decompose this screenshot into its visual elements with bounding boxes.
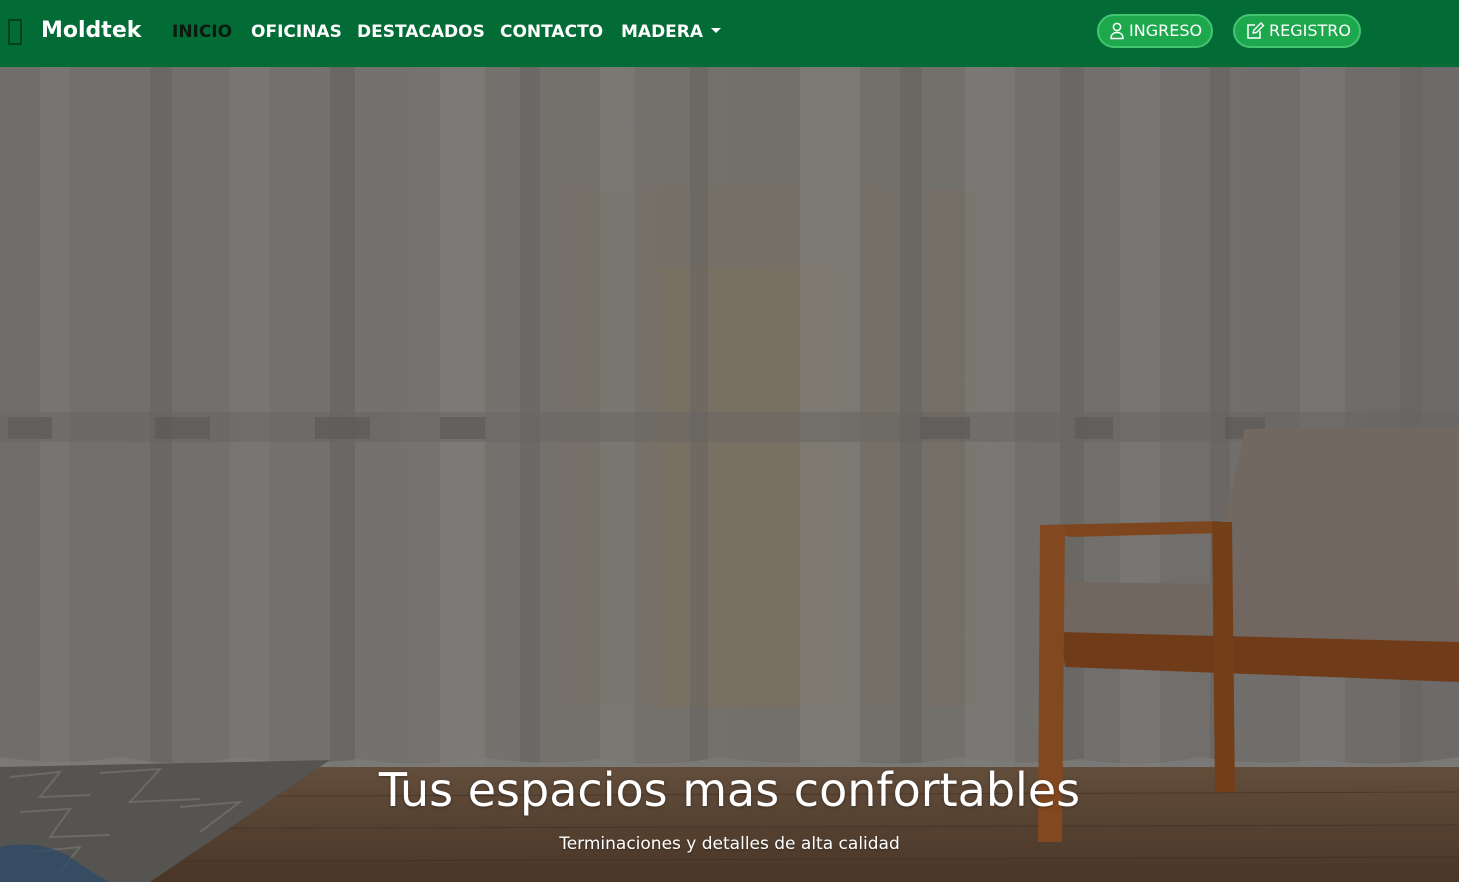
top-navbar: Moldtek INICIO OFICINAS DESTACADOS CONTA… [0,0,1459,67]
brand-name[interactable]: Moldtek [41,15,141,47]
nav-dropdown-madera[interactable]: MADERA [621,20,722,44]
hero-subtitle: Terminaciones y detalles de alta calidad [559,834,900,854]
nav-dropdown-madera-label: MADERA [621,22,704,42]
login-button-label: INGRESO [1129,21,1203,40]
register-button[interactable]: REGISTRO [1233,14,1361,48]
person-icon [1110,22,1124,40]
brand-logo-icon [8,19,22,45]
login-button[interactable]: INGRESO [1097,14,1213,48]
nav-link-contacto[interactable]: CONTACTO [500,20,603,44]
nav-link-destacados[interactable]: DESTACADOS [357,20,485,44]
nav-link-oficinas[interactable]: OFICINAS [251,20,342,44]
register-button-label: REGISTRO [1269,21,1351,40]
edit-icon [1247,22,1265,39]
caret-down-icon [711,27,722,33]
hero-banner: Tus espacios mas confortables Terminacio… [0,67,1459,882]
hero-title: Tus espacios mas confortables [378,763,1081,817]
nav-link-inicio[interactable]: INICIO [172,20,232,44]
